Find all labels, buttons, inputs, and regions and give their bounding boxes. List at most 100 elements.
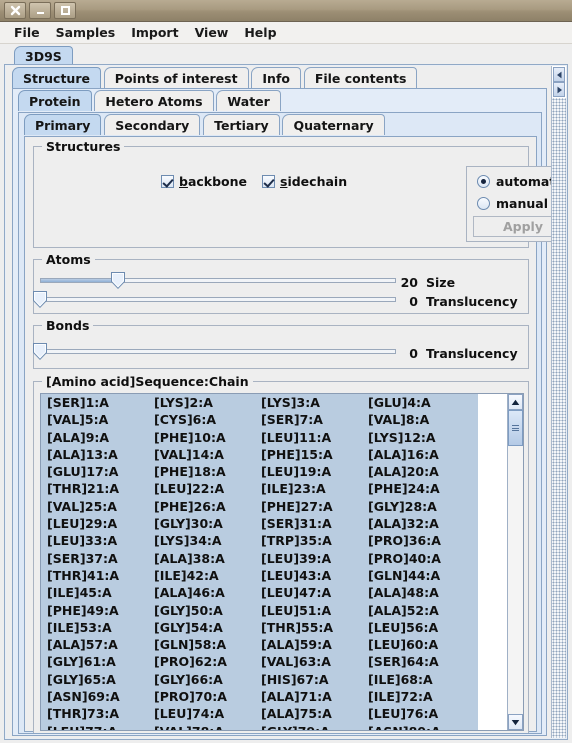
sequence-cell[interactable]: [ALA]20:A [368, 464, 439, 479]
outer-scroll-down-button[interactable] [553, 82, 565, 97]
sequence-cell[interactable]: [GLY]30:A [154, 516, 223, 531]
sequence-list-scrollbar[interactable] [507, 394, 523, 730]
sequence-cell[interactable]: [ILE]42:A [154, 568, 219, 583]
sequence-cell[interactable]: [LEU]74:A [154, 706, 224, 721]
bonds-translucency-slider[interactable] [33, 343, 396, 361]
tab-tertiary[interactable]: Tertiary [203, 114, 280, 135]
sequence-cell[interactable]: [PHE]49:A [47, 603, 119, 618]
bonds-translucency-slider-track[interactable] [40, 349, 396, 354]
tab-primary[interactable]: Primary [24, 114, 102, 135]
sequence-cell[interactable]: [LYS]12:A [368, 430, 436, 445]
tab-quaternary[interactable]: Quaternary [282, 114, 385, 135]
sequence-cell[interactable]: [ILE]23:A [261, 481, 326, 496]
sequence-cell[interactable]: [THR]41:A [47, 568, 119, 583]
sequence-cell[interactable]: [GLN]58:A [154, 637, 226, 652]
sequence-cell[interactable]: [LEU]51:A [261, 603, 331, 618]
sequence-row[interactable]: [SER]1:A [LYS]2:A [LYS]3:A [GLU]4:A [41, 394, 478, 412]
tab-info[interactable]: Info [251, 67, 301, 88]
sequence-cell[interactable]: [ALA]46:A [154, 585, 225, 600]
sequence-cell[interactable]: [ASN]69:A [47, 689, 120, 704]
sequence-cell[interactable]: [GLY]61:A [47, 654, 116, 669]
outer-scrollbar[interactable] [551, 66, 566, 738]
sequence-cell[interactable]: [PHE]26:A [154, 499, 226, 514]
sequence-cell[interactable]: [ALA]13:A [47, 447, 118, 462]
sequence-cell[interactable]: [ALA]71:A [261, 689, 332, 704]
sequence-cell[interactable]: [VAL]5:A [47, 412, 108, 427]
sequence-row[interactable]: [ILE]53:A [GLY]54:A [THR]55:A [LEU]56:A [41, 618, 478, 637]
sequence-row[interactable]: [ILE]45:A [ALA]46:A [LEU]47:A [ALA]48:A [41, 584, 478, 602]
atoms-size-slider[interactable] [40, 272, 396, 290]
sequence-cell[interactable]: [ILE]53:A [47, 620, 112, 635]
sequence-cell[interactable]: [GLY]65:A [47, 672, 116, 687]
sequence-row[interactable]: [LEU]77:A [VAL]78:A [GLY]79:A [ASN]80:A [41, 722, 478, 730]
sequence-row[interactable]: [ASN]69:A [PRO]70:A [ALA]71:A [ILE]72:A [41, 688, 478, 706]
sequence-cell[interactable]: [LEU]22:A [154, 481, 224, 496]
sequence-cell[interactable]: [ALA]48:A [368, 585, 439, 600]
sequence-cell[interactable]: [ALA]59:A [261, 637, 332, 652]
sequence-row[interactable]: [GLY]61:A [PRO]62:A [VAL]63:A [SER]64:A [41, 653, 478, 671]
sequence-cell[interactable]: [ALA]9:A [47, 430, 109, 445]
sequence-cell[interactable]: [ALA]16:A [368, 447, 439, 462]
sequence-row[interactable]: [LEU]29:A [GLY]30:A [SER]31:A [ALA]32:A [41, 515, 478, 533]
sequence-cell[interactable]: [GLY]50:A [154, 603, 223, 618]
sequence-row[interactable]: [THR]41:A [ILE]42:A [LEU]43:A [GLN]44:A [41, 566, 478, 585]
tab-water[interactable]: Water [216, 90, 281, 111]
tab-secondary[interactable]: Secondary [104, 114, 201, 135]
sequence-cell[interactable]: [GLY]54:A [154, 620, 223, 635]
manual-radio-dot[interactable] [477, 197, 490, 210]
sequence-list-scrollpane[interactable]: [SER]1:A [LYS]2:A [LYS]3:A [GLU]4:A [VAL]5:A… [40, 393, 524, 731]
atoms-translucency-slider-track[interactable] [40, 297, 396, 302]
sequence-row[interactable]: [VAL]5:A [CYS]6:A [SER]7:A [VAL]8:A [41, 411, 478, 429]
sequence-cell[interactable]: [LEU]29:A [47, 516, 117, 531]
sequence-cell[interactable]: [ILE]45:A [47, 585, 112, 600]
atoms-size-slider-thumb[interactable] [111, 272, 125, 289]
sequence-row[interactable]: [GLU]17:A [PHE]18:A [LEU]19:A [ALA]20:A [41, 463, 478, 481]
sequence-cell[interactable]: [ALA]32:A [368, 516, 439, 531]
sequence-row[interactable]: [PHE]49:A [GLY]50:A [LEU]51:A [ALA]52:A [41, 601, 478, 619]
sequence-cell[interactable]: [LEU]19:A [261, 464, 331, 479]
sequence-cell[interactable]: [LEU]33:A [47, 533, 117, 548]
sequence-row[interactable]: [THR]21:A [LEU]22:A [ILE]23:A [PHE]24:A [41, 480, 478, 498]
sequence-cell[interactable]: [HIS]67:A [261, 672, 329, 687]
radio-manual[interactable]: manual [477, 196, 548, 211]
sequence-cell[interactable]: [PRO]36:A [368, 533, 441, 548]
sequence-cell[interactable]: [PRO]70:A [154, 689, 227, 704]
sequence-row[interactable]: [SER]37:A [ALA]38:A [LEU]39:A [PRO]40:A [41, 549, 478, 567]
scroll-down-button[interactable] [508, 714, 523, 730]
tab-points-of-interest[interactable]: Points of interest [103, 67, 249, 88]
sequence-row[interactable]: [ALA]13:A [VAL]14:A [PHE]15:A [ALA]16:A [41, 445, 478, 464]
sequence-cell[interactable]: [PHE]27:A [261, 499, 333, 514]
sequence-cell[interactable]: [GLY]79:A [261, 724, 330, 730]
sequence-cell[interactable]: [ASN]80:A [368, 724, 441, 730]
menu-samples[interactable]: Samples [48, 23, 124, 42]
sequence-cell[interactable]: [LEU]39:A [261, 551, 331, 566]
menu-help[interactable]: Help [236, 23, 284, 42]
sequence-cell[interactable]: [LEU]56:A [368, 620, 438, 635]
scroll-up-button[interactable] [508, 394, 523, 410]
sequence-cell[interactable]: [CYS]6:A [154, 412, 216, 427]
sequence-cell[interactable]: [GLY]28:A [368, 499, 437, 514]
sequence-cell[interactable]: [LEU]76:A [368, 706, 438, 721]
atoms-translucency-slider-thumb[interactable] [33, 291, 47, 308]
sequence-row[interactable]: [ALA]9:A [PHE]10:A [LEU]11:A [LYS]12:A [41, 428, 478, 446]
sidechain-checkbox-box[interactable] [262, 175, 275, 188]
sequence-cell[interactable]: [VAL]25:A [47, 499, 117, 514]
sequence-cell[interactable]: [LEU]47:A [261, 585, 331, 600]
sequence-cell[interactable]: [VAL]78:A [154, 724, 224, 730]
close-button[interactable] [4, 2, 26, 19]
sequence-cell[interactable]: [SER]31:A [261, 516, 332, 531]
sequence-cell[interactable]: [VAL]63:A [261, 654, 331, 669]
menu-file[interactable]: File [6, 23, 48, 42]
sequence-cell[interactable]: [LEU]77:A [47, 724, 117, 730]
checkbox-backbone[interactable]: backbone [161, 174, 247, 189]
sequence-row[interactable]: [LEU]33:A [LYS]34:A [TRP]35:A [PRO]36:A [41, 532, 478, 550]
menu-import[interactable]: Import [123, 23, 186, 42]
sequence-cell[interactable]: [PHE]15:A [261, 447, 333, 462]
sequence-cell[interactable]: [LYS]2:A [154, 395, 213, 410]
maximize-button[interactable] [54, 2, 76, 19]
apply-button[interactable]: Apply [473, 216, 552, 237]
sequence-row[interactable]: [ALA]57:A [GLN]58:A [ALA]59:A [LEU]60:A [41, 636, 478, 654]
bonds-translucency-slider-thumb[interactable] [33, 343, 47, 360]
sequence-cell[interactable]: [SER]1:A [47, 395, 109, 410]
sequence-cell[interactable]: [ALA]57:A [47, 637, 118, 652]
